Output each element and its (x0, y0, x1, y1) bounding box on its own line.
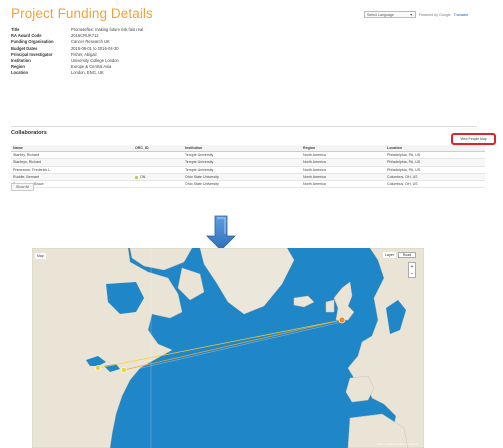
cell-orcid (133, 180, 183, 189)
cell-name: Stanleys, Richard (11, 158, 133, 167)
cell-name: Ruddle, Bernard (11, 173, 133, 182)
cell-location: Philadelphia, PA, US (385, 151, 485, 160)
translate-link[interactable]: Translate (454, 13, 469, 17)
greenland-land (199, 248, 295, 315)
project-details: Title Prometeflex: making future risk fas… (11, 27, 143, 77)
page-title: Project Funding Details (11, 6, 153, 21)
cell-orcid[interactable]: ON (133, 173, 183, 182)
cell-institution: Ohio State University (183, 173, 301, 182)
cell-name: Stanley, Richard (11, 151, 133, 160)
great-britain-land (333, 281, 355, 321)
marker-philadelphia[interactable] (121, 367, 127, 373)
cell-region: North America (301, 166, 385, 174)
collaborators-heading: Collaborators (11, 130, 47, 136)
cell-institution: Temple University (183, 166, 301, 174)
cell-institution: Temple University (183, 151, 301, 160)
detail-label: Location (11, 70, 29, 76)
cell-institution: Temple University (183, 158, 301, 167)
chevron-down-icon: ▼ (409, 12, 413, 17)
zoom-out-button[interactable]: − (411, 271, 414, 277)
cell-orcid (133, 158, 183, 167)
layer-select[interactable]: Road (398, 252, 416, 258)
cell-region: North America (301, 173, 385, 182)
north-america-land (32, 248, 183, 448)
collaborators-table: Name ORC_ID Institution Region Location … (11, 145, 485, 189)
cell-location: Philadelphia, PA, US (385, 166, 485, 174)
ireland-land (325, 299, 335, 313)
detail-row: Location London, ENG, UK (11, 70, 143, 76)
iceland-land (293, 295, 315, 308)
language-select[interactable]: Select Language ▼ (364, 11, 416, 18)
cell-orcid (133, 166, 183, 174)
cell-region: North America (301, 158, 385, 167)
cell-location: Columbus, OH, US (385, 180, 485, 189)
table-row: Primezone, Frederick L. Temple Universit… (11, 166, 485, 174)
detail-value: London, ENG, UK (71, 70, 104, 76)
orcid-icon[interactable] (135, 175, 138, 179)
map-view-control[interactable]: Map (35, 253, 46, 259)
people-map[interactable]: Map Layer Road + − Leaflet | © OpenStree… (32, 248, 424, 448)
cell-location: Philadelphia, PA, US (385, 158, 485, 167)
language-select-label: Select Language (367, 12, 394, 17)
cell-region: North America (301, 180, 385, 189)
marker-columbus[interactable] (95, 365, 101, 371)
layer-control: Layer Road (383, 252, 416, 258)
table-row: Springsteen, Bruce Ohio State University… (11, 180, 485, 189)
section-divider (11, 126, 477, 127)
zoom-control: + − (408, 262, 416, 278)
map-view-label[interactable]: Map (37, 254, 44, 258)
marker-london[interactable] (338, 316, 346, 324)
zoom-in-button[interactable]: + (411, 264, 414, 270)
orcid-link[interactable]: ON (140, 175, 145, 179)
layer-label: Layer (383, 252, 396, 258)
map-attribution: Leaflet | © OpenStreetMap contributors (376, 443, 418, 446)
cell-region: North America (301, 151, 385, 160)
show-all-button[interactable]: Show All (11, 183, 34, 191)
cell-location: Columbus, OH, US (385, 173, 485, 182)
translate-widget: Select Language ▼ Powered by Google Tran… (364, 11, 468, 18)
iberia-land (345, 375, 375, 403)
cell-name: Primezone, Frederick L. (11, 166, 133, 174)
cell-orcid (133, 151, 183, 160)
powered-by-text: Powered by Google (419, 12, 451, 17)
table-row: Stanleys, Richard Temple University Nort… (11, 158, 485, 167)
table-row: Stanley, Richard Temple University North… (11, 151, 485, 160)
baffin-island-land (177, 267, 205, 301)
map-canvas[interactable] (32, 248, 424, 448)
cell-institution: Ohio State University (183, 180, 301, 189)
arctic-islands-land (129, 248, 193, 271)
view-people-map-button[interactable]: View People Map (451, 133, 496, 145)
table-row: Ruddle, Bernard ON Ohio State University… (11, 173, 485, 182)
